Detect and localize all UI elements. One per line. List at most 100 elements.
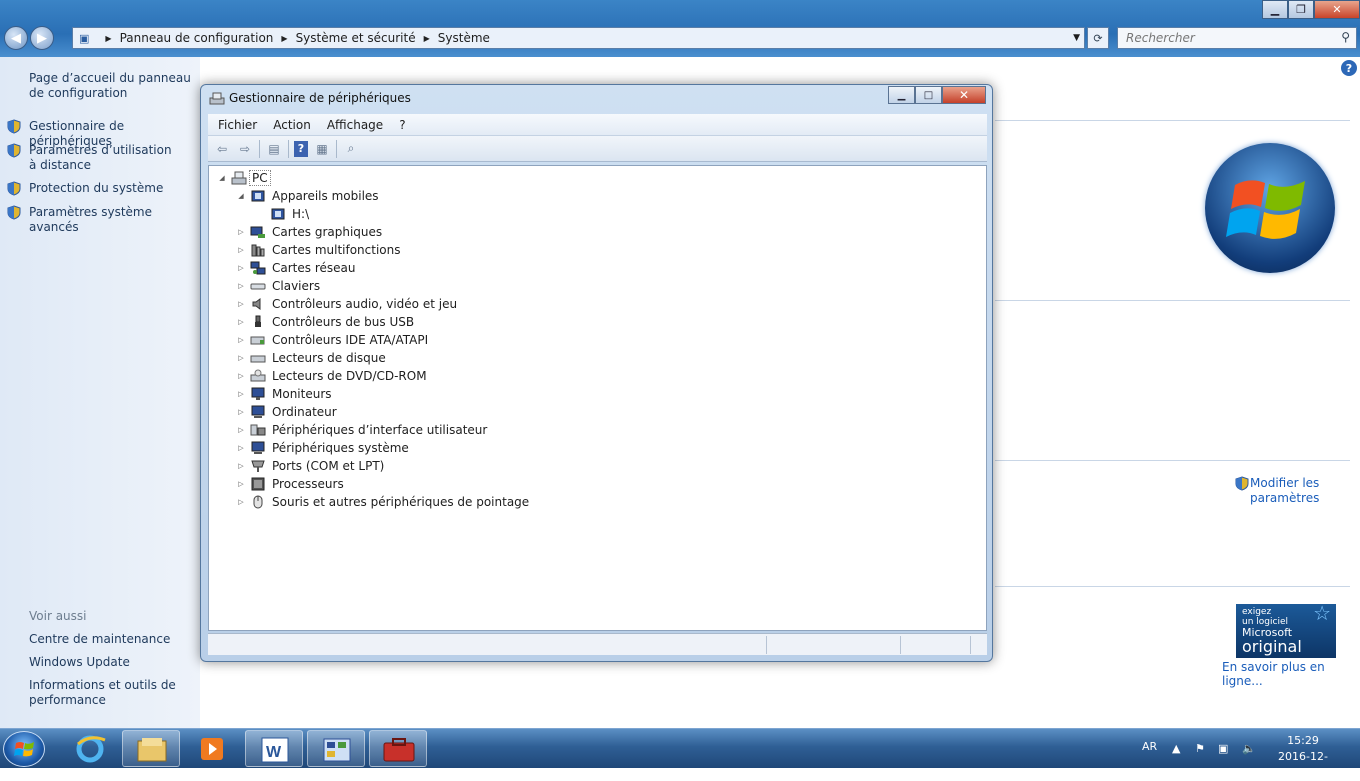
clock[interactable]: 15:29 2016-12-31 — [1272, 733, 1334, 781]
tree-device[interactable]: H:\ — [256, 205, 309, 222]
menu-file[interactable]: Fichier — [218, 118, 257, 132]
collapse-icon[interactable]: ◢ — [236, 192, 246, 200]
control-panel-icon[interactable] — [307, 730, 365, 767]
address-dropdown-icon[interactable]: ▼ — [1073, 33, 1080, 43]
help-icon[interactable]: ? — [294, 140, 308, 157]
task-remote-settings[interactable]: Paramètres d’utilisation à distance — [29, 143, 179, 173]
tree-category[interactable]: ▷ Périphériques d’interface utilisateur — [236, 421, 487, 438]
refresh-button[interactable]: ⟳ — [1087, 27, 1109, 49]
expand-icon[interactable]: ▷ — [236, 462, 246, 470]
forward-arrow-icon[interactable]: ⇨ — [236, 141, 254, 157]
maximize-button[interactable]: □ — [915, 86, 942, 104]
expand-icon[interactable]: ▷ — [236, 408, 246, 416]
tree-root[interactable]: ◢ PC — [217, 169, 271, 186]
menu-action[interactable]: Action — [273, 118, 311, 132]
expand-icon[interactable]: ▷ — [236, 426, 246, 434]
maximize-button[interactable]: ❐ — [1288, 0, 1314, 19]
multifunction-card-icon — [251, 244, 265, 256]
see-also-performance[interactable]: Informations et outils de performance — [29, 678, 179, 708]
modify-settings-link[interactable]: Modifier les paramètres — [1250, 476, 1320, 506]
tree-category[interactable]: ▷ Cartes multifonctions — [236, 241, 400, 258]
breadcrumb-item[interactable]: Panneau de configuration — [120, 31, 274, 45]
tree-label: Lecteurs de disque — [272, 350, 386, 365]
word-icon[interactable]: W — [245, 730, 303, 767]
expand-icon[interactable]: ▷ — [236, 354, 246, 362]
forward-button[interactable]: ▶ — [30, 26, 54, 50]
search-input[interactable]: Rechercher ⚲ — [1117, 27, 1357, 49]
expand-icon[interactable]: ▷ — [236, 498, 246, 506]
tree-category[interactable]: ▷ Processeurs — [236, 475, 343, 492]
processor-icon — [251, 477, 265, 490]
expand-icon[interactable]: ▷ — [236, 228, 246, 236]
tree-category[interactable]: ▷ Lecteurs de disque — [236, 349, 386, 366]
expand-icon[interactable]: ▷ — [236, 318, 246, 326]
tree-label: Périphériques d’interface utilisateur — [272, 422, 488, 437]
collapse-icon[interactable]: ◢ — [217, 174, 227, 182]
breadcrumb-item[interactable]: Système et sécurité — [296, 31, 416, 45]
network-icon[interactable]: ▣ — [1218, 742, 1228, 755]
expand-icon[interactable]: ▷ — [236, 336, 246, 344]
file-explorer-icon[interactable] — [122, 730, 180, 767]
toolbar-separator — [288, 139, 289, 158]
tree-category[interactable]: ▷ Lecteurs de DVD/CD-ROM — [236, 367, 427, 384]
tree-label: Claviers — [272, 278, 321, 293]
tree-category[interactable]: ▷ Ordinateur — [236, 403, 336, 420]
expand-icon[interactable]: ▷ — [236, 390, 246, 398]
task-system-protection[interactable]: Protection du système — [29, 181, 163, 196]
help-icon[interactable]: ? — [1341, 60, 1357, 76]
status-separator — [900, 636, 901, 654]
learn-more-link[interactable]: En savoir plus en ligne... — [1222, 660, 1360, 688]
show-hide-tree-icon[interactable]: ▤ — [265, 141, 283, 157]
close-button[interactable]: ✕ — [1314, 0, 1360, 19]
expand-icon[interactable]: ▷ — [236, 300, 246, 308]
action-center-icon[interactable]: ⚑ — [1195, 742, 1205, 755]
computer-icon — [251, 405, 265, 418]
expand-icon[interactable]: ▷ — [236, 282, 246, 290]
tree-category[interactable]: ▷ Claviers — [236, 277, 320, 294]
tree-category[interactable]: ▷ Contrôleurs de bus USB — [236, 313, 414, 330]
internet-explorer-icon[interactable] — [61, 730, 119, 767]
control-panel-icon: ▣ — [79, 31, 90, 45]
tree-label: Lecteurs de DVD/CD-ROM — [272, 368, 427, 383]
control-panel-home-link[interactable]: Page d’accueil du panneau de configurati… — [29, 71, 194, 101]
tree-category[interactable]: ▷ Souris et autres périphériques de point… — [236, 493, 529, 510]
tree-category[interactable]: ◢ Appareils mobiles — [236, 187, 378, 204]
minimize-button[interactable]: ▁ — [1262, 0, 1288, 19]
properties-icon[interactable]: ▦ — [313, 141, 331, 157]
search-icon[interactable]: ⚲ — [1341, 30, 1350, 44]
tree-category[interactable]: ▷ Cartes réseau — [236, 259, 355, 276]
device-manager-taskbar-icon[interactable] — [369, 730, 427, 767]
expand-icon[interactable]: ▷ — [236, 264, 246, 272]
volume-icon[interactable]: 🔈 — [1242, 742, 1256, 755]
task-advanced-settings[interactable]: Paramètres système avancés — [29, 205, 200, 235]
see-also-windows-update[interactable]: Windows Update — [29, 655, 130, 670]
language-indicator[interactable]: AR — [1142, 740, 1157, 753]
show-hidden-icons[interactable]: ▲ — [1172, 742, 1180, 755]
tree-category[interactable]: ▷ Contrôleurs IDE ATA/ATAPI — [236, 331, 428, 348]
close-button[interactable]: ✕ — [942, 86, 986, 104]
tree-category[interactable]: ▷ Périphériques système — [236, 439, 408, 456]
expand-icon[interactable]: ▷ — [236, 246, 246, 254]
expand-icon[interactable]: ▷ — [236, 372, 246, 380]
minimize-button[interactable]: ▁ — [888, 86, 915, 104]
tree-category[interactable]: ▷ Cartes graphiques — [236, 223, 382, 240]
taskbar: W AR ▲ ⚑ ▣ 🔈 15:29 2016-12-31 — [0, 728, 1360, 779]
back-arrow-icon[interactable]: ⇦ — [213, 141, 231, 157]
hid-icon — [250, 424, 266, 435]
tree-category[interactable]: ▷ Contrôleurs audio, vidéo et jeu — [236, 295, 457, 312]
tree-category[interactable]: ▷ Ports (COM et LPT) — [236, 457, 384, 474]
menu-view[interactable]: Affichage — [327, 118, 383, 132]
see-also-action-center[interactable]: Centre de maintenance — [29, 632, 170, 647]
expand-icon[interactable]: ▷ — [236, 480, 246, 488]
scan-hardware-icon[interactable]: ⌕ — [342, 141, 360, 157]
expand-icon[interactable]: ▷ — [236, 444, 246, 452]
breadcrumb-item[interactable]: Système — [438, 31, 490, 45]
device-manager-icon — [209, 92, 225, 105]
start-button[interactable] — [3, 731, 45, 767]
back-button[interactable]: ◀ — [4, 26, 28, 50]
device-tree[interactable]: ◢ PC ◢ Appareils mobiles H:\ ▷ Cartes gra… — [208, 165, 987, 631]
address-bar[interactable]: ▣ ▶ Panneau de configuration ▶ Système e… — [72, 27, 1085, 49]
tree-category[interactable]: ▷ Moniteurs — [236, 385, 331, 402]
media-player-icon[interactable] — [183, 730, 241, 767]
menu-help[interactable]: ? — [399, 118, 405, 132]
